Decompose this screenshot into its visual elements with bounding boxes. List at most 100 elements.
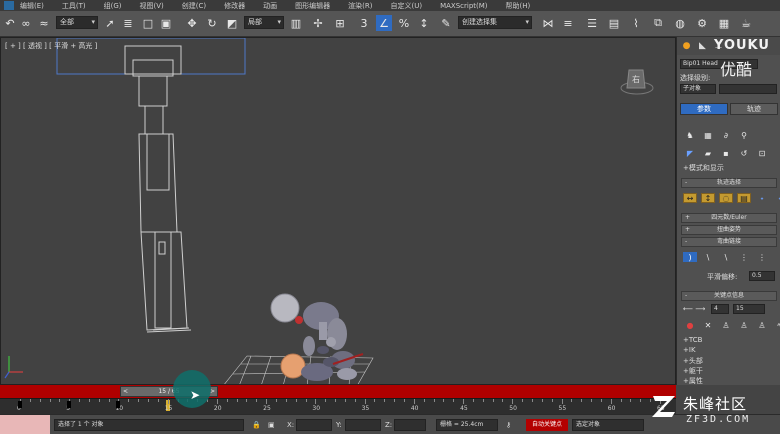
twist-individual-mode-icon[interactable]: \ bbox=[719, 252, 733, 262]
track-bar[interactable]: 05101520253035404550556065 bbox=[0, 398, 676, 414]
render-production-icon[interactable]: ☕ bbox=[738, 15, 754, 31]
ik-rollout[interactable]: +IK bbox=[683, 346, 696, 354]
smooth-bias-spinner[interactable]: 0.5 bbox=[749, 271, 775, 281]
align-icon[interactable]: ≡ bbox=[560, 15, 576, 31]
material-editor-icon[interactable]: ◍ bbox=[672, 15, 688, 31]
key-icon[interactable]: ⚷ bbox=[506, 421, 511, 429]
lock-selection-icon[interactable]: 🔒 bbox=[252, 421, 261, 429]
time-slider-track[interactable] bbox=[0, 385, 676, 398]
keyframe-marker[interactable] bbox=[18, 401, 22, 408]
x-coord-field[interactable] bbox=[296, 419, 332, 431]
scale-icon[interactable]: ◩ bbox=[224, 15, 240, 31]
set-planted-key-icon[interactable]: ♙ bbox=[719, 320, 733, 330]
menu-edit[interactable]: 编辑(E) bbox=[20, 1, 44, 11]
move-icon[interactable]: ✥ bbox=[184, 15, 200, 31]
perspective-viewport[interactable]: [ + ] [ 透视 ] [ 平滑 + 高光 ] 右 bbox=[0, 37, 676, 385]
graphite-tools-icon[interactable]: ▤ bbox=[606, 15, 622, 31]
lock-com-horizontal-icon[interactable]: ↔ bbox=[683, 193, 697, 203]
viewport-scene[interactable] bbox=[1, 38, 676, 385]
rect-selection-icon[interactable]: □ bbox=[140, 15, 156, 31]
curve-editor-icon[interactable]: ⌇ bbox=[628, 15, 644, 31]
link-icon[interactable]: ↶ bbox=[2, 15, 18, 31]
menu-create[interactable]: 创建(C) bbox=[182, 1, 206, 11]
create-tab-icon[interactable]: ● bbox=[680, 40, 693, 53]
menu-modifiers[interactable]: 修改器 bbox=[224, 1, 245, 11]
sub-object-button[interactable]: 子对象 bbox=[680, 84, 716, 94]
smooth-twist-mode-icon[interactable]: ⋮ bbox=[737, 252, 751, 262]
render-setup-icon[interactable]: ⚙ bbox=[694, 15, 710, 31]
select-object-icon[interactable]: ➚ bbox=[102, 15, 118, 31]
lock-com-vertical-icon[interactable]: ↕ bbox=[701, 193, 715, 203]
rendered-frame-icon[interactable]: ▦ bbox=[716, 15, 732, 31]
viewport-label[interactable]: [ + ] [ 透视 ] [ 平滑 + 高光 ] bbox=[5, 41, 97, 51]
opposite-icon[interactable]: ⋆ bbox=[773, 193, 780, 203]
mirror-icon[interactable]: ⋈ bbox=[540, 15, 556, 31]
ref-coord-dropdown[interactable]: 局部 bbox=[244, 16, 284, 29]
menu-maxscript[interactable]: MAXScript(M) bbox=[440, 2, 487, 10]
menu-help[interactable]: 帮助(H) bbox=[506, 1, 531, 11]
head-rollout[interactable]: +头部 bbox=[683, 356, 703, 366]
set-key-icon[interactable]: ● bbox=[683, 320, 697, 330]
named-selection-dropdown[interactable]: 创建选择集 bbox=[458, 16, 532, 29]
properties-rollout[interactable]: +属性 bbox=[683, 376, 703, 385]
body-rollout[interactable]: +躯干 bbox=[683, 366, 703, 376]
sub-object-dropdown[interactable] bbox=[719, 84, 777, 94]
menu-group[interactable]: 组(G) bbox=[104, 1, 122, 11]
footstep-mode-icon[interactable]: ∂ bbox=[719, 130, 733, 140]
select-by-name-icon[interactable]: ≣ bbox=[120, 15, 136, 31]
tab-track[interactable]: 轨迹 bbox=[730, 103, 778, 115]
layer-manager-icon[interactable]: ☰ bbox=[584, 15, 600, 31]
keyboard-shortcut-icon[interactable]: ⊞ bbox=[332, 15, 348, 31]
bind-spacewarp-icon[interactable]: ≈ bbox=[36, 15, 52, 31]
tcb-rollout[interactable]: +TCB bbox=[683, 336, 702, 344]
bend-links-mode-icon[interactable]: ) bbox=[683, 252, 697, 262]
key-time-field[interactable]: 15 bbox=[733, 304, 765, 314]
open-file-icon[interactable]: ▰ bbox=[701, 148, 715, 158]
angle-snap-icon[interactable]: ∠ bbox=[376, 15, 392, 31]
set-sliding-key-icon[interactable]: ♙ bbox=[737, 320, 751, 330]
menu-views[interactable]: 视图(V) bbox=[140, 1, 164, 11]
convert-icon[interactable]: ⊡ bbox=[755, 148, 769, 158]
zero-twist-icon[interactable]: ⋮ bbox=[755, 252, 769, 262]
menu-graph-editors[interactable]: 图形编辑器 bbox=[295, 1, 330, 11]
bend-links-rollout[interactable]: - 弯曲链接 bbox=[681, 237, 777, 247]
twist-poses-rollout[interactable]: + 扭曲姿势 bbox=[681, 225, 777, 235]
menu-customize[interactable]: 自定义(U) bbox=[390, 1, 422, 11]
menu-rendering[interactable]: 渲染(R) bbox=[348, 1, 372, 11]
key-nav-arrows[interactable]: ⟵ ⟶ bbox=[683, 305, 705, 313]
prev-frame-icon[interactable]: < bbox=[123, 387, 128, 396]
set-free-key-icon[interactable]: ♙ bbox=[755, 320, 769, 330]
modify-tab-icon[interactable]: ◣ bbox=[696, 40, 709, 53]
rotation-com-icon[interactable]: ◌ bbox=[719, 193, 733, 203]
track-selection-rollout[interactable]: - 轨迹选择 bbox=[681, 178, 777, 188]
app-logo-icon[interactable] bbox=[4, 1, 14, 10]
rotate-icon[interactable]: ↻ bbox=[204, 15, 220, 31]
tab-params[interactable]: 参数 bbox=[680, 103, 728, 115]
key-info-rollout[interactable]: - 关键点信息 bbox=[681, 291, 777, 301]
select-manipulate-icon[interactable]: ✢ bbox=[310, 15, 326, 31]
unlink-icon[interactable]: ∞ bbox=[18, 15, 34, 31]
percent-snap-icon[interactable]: % bbox=[396, 15, 412, 31]
schematic-view-icon[interactable]: ⧉ bbox=[650, 15, 666, 31]
keyframe-marker[interactable] bbox=[67, 401, 72, 408]
pivot-center-icon[interactable]: ▥ bbox=[288, 15, 304, 31]
window-crossing-icon[interactable]: ▣ bbox=[158, 15, 174, 31]
menu-animation[interactable]: 动画 bbox=[263, 1, 277, 11]
lock-com-icon[interactable]: ▤ bbox=[737, 193, 751, 203]
load-file-icon[interactable]: ↺ bbox=[737, 148, 751, 158]
edit-named-sets-icon[interactable]: ✎ bbox=[438, 15, 454, 31]
symmetrical-icon[interactable]: ⋆ bbox=[755, 193, 769, 203]
snap-toggle-icon[interactable]: 3 bbox=[356, 15, 372, 31]
bone-mode-icon[interactable]: ♞ bbox=[683, 130, 697, 140]
mixer-mode-icon[interactable]: ◤ bbox=[683, 148, 697, 158]
modes-display-rollout[interactable]: +模式和显示 bbox=[683, 163, 724, 173]
z-coord-field[interactable] bbox=[394, 419, 426, 431]
key-filter-dropdown[interactable]: 选定对象 bbox=[572, 419, 644, 431]
delete-key-icon[interactable]: ✕ bbox=[701, 320, 715, 330]
figure-mode-icon[interactable]: ▦ bbox=[701, 130, 715, 140]
selection-filter-dropdown[interactable]: 全部 bbox=[56, 16, 98, 29]
keyframe-marker[interactable] bbox=[116, 401, 121, 408]
maxscript-listener[interactable] bbox=[0, 415, 50, 434]
trajectories-icon[interactable]: ∿ bbox=[773, 320, 780, 330]
twist-links-mode-icon[interactable]: \ bbox=[701, 252, 715, 262]
